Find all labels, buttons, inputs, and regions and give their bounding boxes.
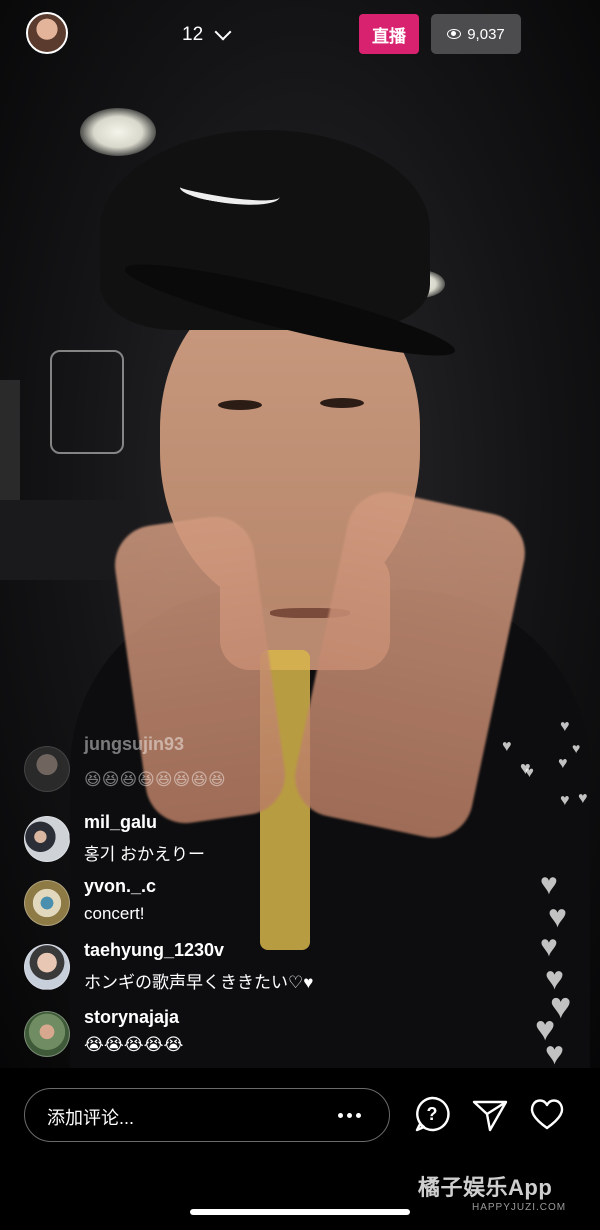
chevron-down-icon: [214, 23, 232, 41]
watermark-title: 橘子娱乐App: [418, 1175, 553, 1200]
share-button[interactable]: [470, 1094, 510, 1134]
comment-text: 😆😆😆😆😆😆😆😆: [84, 770, 226, 789]
comment-text: 😭😭😭😭😭: [84, 1035, 184, 1054]
live-badge: 直播: [359, 14, 419, 54]
comment-input[interactable]: 添加评论...: [24, 1088, 390, 1142]
home-indicator[interactable]: [190, 1209, 410, 1215]
send-icon: [472, 1100, 508, 1132]
host-avatar[interactable]: [26, 12, 68, 54]
comment-text: concert!: [84, 904, 145, 923]
like-button[interactable]: [527, 1094, 567, 1134]
comment-placeholder: 添加评论...: [47, 1108, 135, 1128]
commenter-avatar[interactable]: [24, 816, 70, 862]
comment-item[interactable]: yvon._.c concert!: [24, 874, 464, 934]
comment-text: 홍기 おかえりー: [84, 845, 206, 864]
comment-item[interactable]: jungsujin93 😆😆😆😆😆😆😆😆: [24, 734, 464, 800]
question-button[interactable]: ?: [412, 1094, 452, 1134]
comment-item[interactable]: mil_galu 홍기 おかえりー: [24, 810, 464, 870]
heart-icon: [530, 1099, 564, 1130]
commenter-avatar[interactable]: [24, 746, 70, 792]
watermark-url: HAPPYJUZI.COM: [472, 1202, 567, 1213]
comment-item[interactable]: storynajaja 😭😭😭😭😭: [24, 1005, 464, 1065]
live-label: 直播: [372, 26, 406, 46]
comment-item[interactable]: taehyung_1230v ホンギの歌声早くききたい♡♥: [24, 938, 464, 998]
commenter-username[interactable]: jungsujin93: [84, 734, 184, 755]
svg-text:?: ?: [427, 1104, 438, 1124]
top-bar: 12 直播 9,037: [0, 0, 600, 70]
live-count: 12: [182, 24, 204, 45]
eye-icon: [447, 29, 462, 39]
live-count-selector[interactable]: 12: [182, 22, 232, 48]
commenter-avatar[interactable]: [24, 1011, 70, 1057]
commenter-username[interactable]: taehyung_1230v: [84, 940, 224, 961]
comment-text: ホンギの歌声早くききたい♡♥: [84, 973, 314, 992]
viewer-count: 9,037: [467, 25, 505, 43]
commenter-username[interactable]: storynajaja: [84, 1007, 179, 1028]
live-stream-screen: ♥ ♥ ♥ ♥ ♥ ♥ ♥ ♥ ♥ ♥ ♥ ♥ ♥ ♥ ♥ 12 直播 9,03…: [0, 0, 600, 1230]
question-icon: ?: [415, 1096, 450, 1132]
commenter-avatar[interactable]: [24, 944, 70, 990]
commenter-avatar[interactable]: [24, 880, 70, 926]
commenter-username[interactable]: mil_galu: [84, 812, 157, 833]
more-icon[interactable]: [338, 1113, 361, 1118]
watermark: 橘子娱乐App HAPPYJUZI.COM: [418, 1170, 566, 1213]
commenter-username[interactable]: yvon._.c: [84, 876, 156, 897]
viewer-count-badge[interactable]: 9,037: [431, 14, 521, 54]
